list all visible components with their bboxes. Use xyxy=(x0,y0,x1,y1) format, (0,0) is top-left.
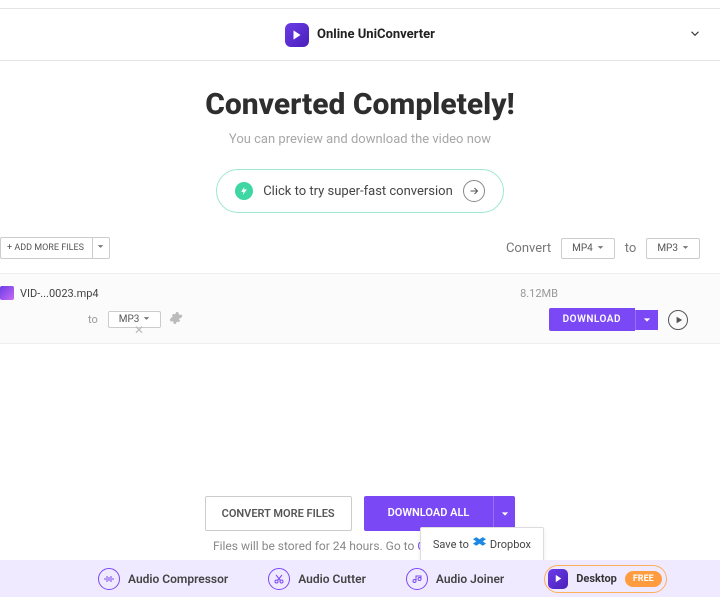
audio-cutter-tool[interactable]: Audio Cutter xyxy=(268,568,366,590)
storage-note-prefix: Files will be stored for 24 hours. Go to xyxy=(213,539,417,553)
audio-joiner-tool[interactable]: Audio Joiner xyxy=(406,568,504,590)
caret-down-icon xyxy=(597,243,604,254)
desktop-label: Desktop xyxy=(576,572,617,585)
source-format-value: MP4 xyxy=(572,243,593,254)
audio-compressor-label: Audio Compressor xyxy=(128,572,228,586)
dropbox-icon xyxy=(473,536,486,552)
add-more-files-label: + ADD MORE FILES xyxy=(7,243,84,253)
remove-file-button[interactable]: ✕ xyxy=(134,323,144,337)
source-format-select[interactable]: MP4 xyxy=(561,238,615,259)
page-title: Converted Completely! xyxy=(0,87,720,122)
audio-cutter-label: Audio Cutter xyxy=(298,572,366,586)
download-all-label: DOWNLOAD ALL xyxy=(364,496,494,531)
download-all-button[interactable]: DOWNLOAD ALL xyxy=(364,496,516,531)
page-subtitle: You can preview and download the video n… xyxy=(0,132,720,147)
file-to-label: to xyxy=(88,313,98,326)
convert-more-button[interactable]: CONVERT MORE FILES xyxy=(205,496,352,531)
save-to-label: Save to xyxy=(433,538,469,551)
dropbox-label: Dropbox xyxy=(490,538,531,551)
save-to-popup[interactable]: Save to Dropbox xyxy=(420,527,544,561)
to-label: to xyxy=(625,241,637,256)
control-row: + ADD MORE FILES Convert MP4 to MP3 xyxy=(0,231,720,265)
audio-compressor-tool[interactable]: Audio Compressor xyxy=(98,568,228,590)
download-button-label: DOWNLOAD xyxy=(549,308,635,331)
audio-joiner-label: Audio Joiner xyxy=(436,572,504,586)
bolt-icon xyxy=(235,182,253,200)
footer-actions: CONVERT MORE FILES DOWNLOAD ALL xyxy=(0,496,720,531)
main-content: Converted Completely! You can preview an… xyxy=(0,61,720,213)
tool-bar: Audio Compressor Audio Cutter Audio Join… xyxy=(0,560,720,597)
target-format-select[interactable]: MP3 xyxy=(646,238,700,259)
free-tag: FREE xyxy=(625,571,662,587)
fast-conversion-label: Click to try super-fast conversion xyxy=(263,184,453,199)
brand[interactable]: Online UniConverter xyxy=(285,23,435,47)
header-bar: Online UniConverter xyxy=(0,8,720,61)
desktop-badge[interactable]: Desktop FREE xyxy=(544,565,666,593)
cutter-icon xyxy=(268,568,290,590)
convert-label: Convert xyxy=(506,241,551,256)
desktop-logo-icon xyxy=(548,569,568,589)
file-size: 8.12MB xyxy=(520,287,558,300)
download-all-dropdown[interactable] xyxy=(493,496,515,531)
storage-note: Files will be stored for 24 hours. Go to… xyxy=(0,539,720,553)
chevron-down-icon[interactable] xyxy=(688,25,702,44)
file-thumbnail-icon xyxy=(0,286,14,300)
play-button[interactable] xyxy=(668,310,688,330)
brand-logo-icon xyxy=(285,23,309,47)
fast-conversion-button[interactable]: Click to try super-fast conversion xyxy=(216,169,504,213)
add-more-files-button[interactable]: + ADD MORE FILES xyxy=(0,237,110,259)
arrow-right-icon xyxy=(463,180,485,202)
caret-down-icon xyxy=(682,243,689,254)
download-dropdown[interactable] xyxy=(635,310,658,330)
compressor-icon xyxy=(98,568,120,590)
file-item: VID-...0023.mp4 8.12MB to MP3 DOWNLOAD ✕ xyxy=(0,273,720,344)
target-format-value: MP3 xyxy=(657,243,678,254)
file-name: VID-...0023.mp4 xyxy=(20,287,99,300)
download-button[interactable]: DOWNLOAD xyxy=(549,308,658,331)
add-more-files-dropdown[interactable] xyxy=(93,238,109,258)
brand-text: Online UniConverter xyxy=(317,27,435,42)
gear-icon[interactable] xyxy=(169,310,183,329)
caret-down-icon xyxy=(143,314,150,325)
joiner-icon xyxy=(406,568,428,590)
